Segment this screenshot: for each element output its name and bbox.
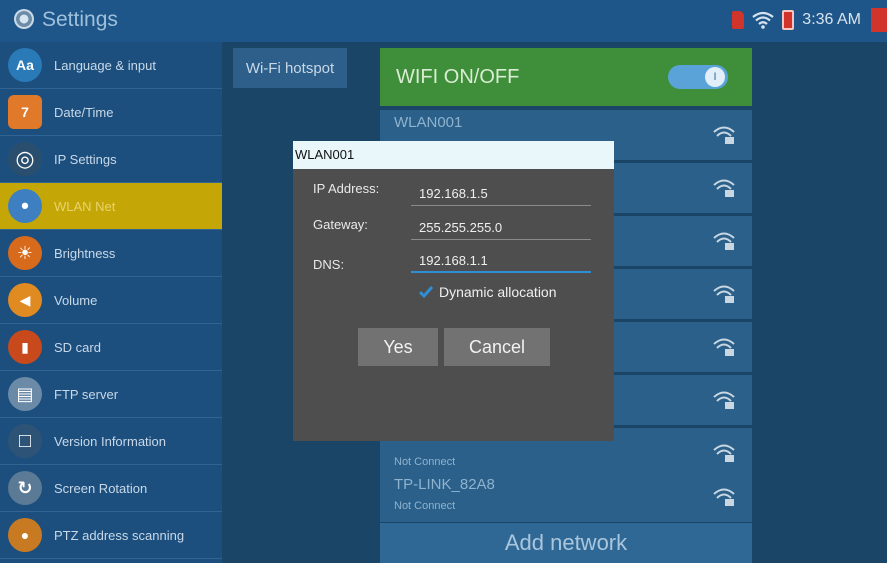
sidebar-item-label: Language & input: [54, 57, 156, 73]
sidebar-item-language-input[interactable]: Aa Language & input: [0, 42, 222, 89]
tab-wifi-hotspot[interactable]: Wi-Fi hotspot: [233, 48, 347, 88]
gateway-label: Gateway:: [313, 217, 368, 232]
sidebar-item-label: Version Information: [54, 433, 167, 449]
sidebar-item-screen-rotation[interactable]: ↻ Screen Rotation: [0, 465, 222, 512]
ptz-icon: ●: [8, 518, 42, 552]
network-row[interactable]: TP-LINK_82A8 Not Connect: [380, 472, 752, 522]
toggle-knob: I: [705, 67, 725, 87]
sidebar-item-label: IP Settings: [54, 151, 117, 167]
ftp-icon: ▤: [8, 377, 42, 411]
gateway-field[interactable]: [411, 216, 591, 240]
clock: 3:36 AM: [802, 11, 861, 28]
dynamic-allocation-label: Dynamic allocation: [439, 284, 557, 300]
sidebar-item-label: Screen Rotation: [54, 480, 148, 496]
network-name: TP-LINK_82A8: [394, 476, 495, 493]
sidebar-item-label: Brightness: [54, 245, 116, 261]
brightness-icon: ☀: [8, 236, 42, 270]
ip-address-label: IP Address:: [313, 181, 380, 196]
wifi-locked-icon: [713, 179, 735, 197]
sidebar-item-label: Volume: [54, 292, 98, 308]
system-tray: 3:36 AM: [732, 8, 887, 32]
network-status: Not Connect: [394, 500, 456, 512]
dynamic-allocation-checkbox[interactable]: Dynamic allocation: [419, 284, 557, 300]
sidebar-item-label: SD card: [54, 339, 101, 355]
wifi-locked-icon: [713, 126, 735, 144]
wlan-icon: •: [8, 189, 42, 223]
static-ip-dialog: WLAN001 IP Address: Gateway: DNS: Dynami…: [293, 141, 614, 441]
calendar-icon: 7: [8, 95, 42, 129]
app-title: Settings: [42, 8, 118, 31]
globe-icon: ◎: [8, 142, 42, 176]
wifi-toggle-row[interactable]: WIFI ON/OFF I: [380, 48, 752, 106]
sidebar-item-brightness[interactable]: ☀ Brightness: [0, 230, 222, 277]
settings-sidebar: Aa Language & input 7 Date/Time ◎ IP Set…: [0, 42, 222, 563]
yes-button[interactable]: Yes: [358, 328, 438, 366]
sidebar-item-sd-card[interactable]: ▮ SD card: [0, 324, 222, 371]
network-name: WLAN001: [394, 114, 463, 131]
sidebar-item-ip-settings[interactable]: ◎ IP Settings: [0, 136, 222, 183]
wifi-toggle-label: WIFI ON/OFF: [396, 65, 520, 88]
sidebar-item-label: FTP server: [54, 386, 119, 402]
sidebar-item-ftp-server[interactable]: ▤ FTP server: [0, 371, 222, 418]
battery-icon: [782, 10, 795, 30]
rotation-icon: ↻: [8, 471, 42, 505]
wifi-locked-icon: [713, 488, 735, 506]
sd-card-icon: ▮: [8, 330, 42, 364]
status-bar: Settings 3:36 AM: [0, 0, 887, 42]
ip-address-field[interactable]: [411, 182, 591, 206]
wifi-signal-icon: [752, 11, 774, 29]
network-status: Not Connect: [394, 456, 456, 468]
wifi-locked-icon: [713, 338, 735, 356]
dns-field[interactable]: [411, 249, 591, 273]
sidebar-item-date-time[interactable]: 7 Date/Time: [0, 89, 222, 136]
sd-card-status-icon: [732, 11, 745, 29]
sidebar-item-volume[interactable]: ◀ Volume: [0, 277, 222, 324]
wifi-locked-icon: [713, 285, 735, 303]
notification-corner-icon[interactable]: [871, 8, 887, 32]
add-network-button[interactable]: Add network: [380, 523, 752, 563]
dialog-title: WLAN001: [293, 141, 614, 169]
sidebar-item-label: Date/Time: [54, 104, 114, 120]
checkmark-icon: [419, 286, 433, 299]
wifi-locked-icon: [713, 444, 735, 462]
language-icon: Aa: [8, 48, 42, 82]
sidebar-item-wlan-net[interactable]: • WLAN Net: [0, 183, 222, 230]
sidebar-item-label: PTZ address scanning: [54, 527, 185, 543]
wifi-toggle-switch[interactable]: I: [668, 65, 728, 89]
sidebar-item-label: WLAN Net: [54, 198, 116, 214]
volume-icon: ◀: [8, 283, 42, 317]
wifi-locked-icon: [713, 391, 735, 409]
settings-gear-icon[interactable]: [14, 9, 34, 29]
wifi-locked-icon: [713, 232, 735, 250]
sidebar-item-ptz-address-scanning[interactable]: ● PTZ address scanning: [0, 512, 222, 559]
info-icon: □: [8, 424, 42, 458]
sidebar-item-version-information[interactable]: □ Version Information: [0, 418, 222, 465]
dns-label: DNS:: [313, 257, 345, 272]
cancel-button[interactable]: Cancel: [444, 328, 550, 366]
